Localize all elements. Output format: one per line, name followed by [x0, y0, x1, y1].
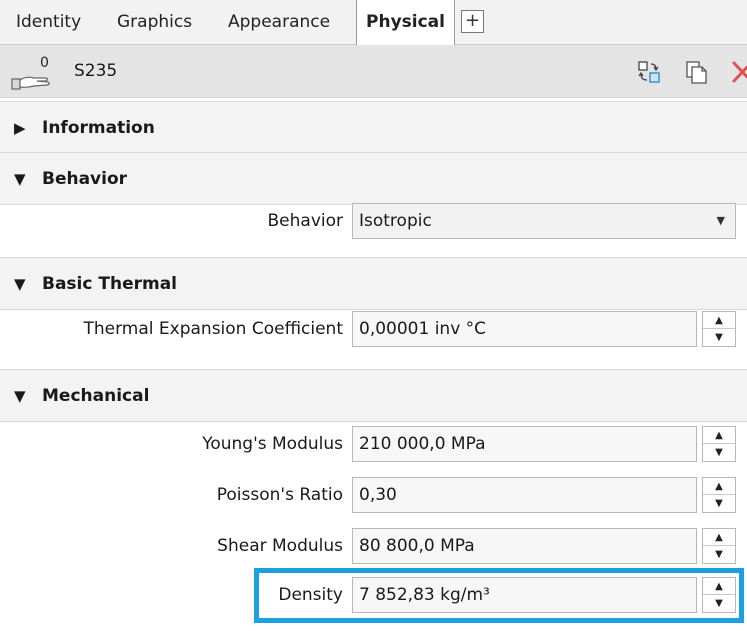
delete-icon[interactable]: [731, 59, 747, 85]
thermal-expansion-field[interactable]: 0,00001 inv °C: [352, 311, 697, 347]
thermal-expansion-label: Thermal Expansion Coefficient: [83, 319, 344, 339]
tab-physical[interactable]: Physical: [356, 0, 455, 46]
section-information[interactable]: ▶ Information: [0, 101, 747, 154]
add-tab-button[interactable]: +: [461, 10, 484, 33]
replace-icon[interactable]: [636, 59, 662, 85]
poissons-ratio-field[interactable]: 0,30: [352, 477, 697, 513]
spin-up-icon[interactable]: ▲: [703, 312, 735, 329]
section-basic-thermal[interactable]: ▼ Basic Thermal: [0, 257, 747, 310]
collapse-arrow-icon[interactable]: ▼: [14, 370, 26, 423]
spin-down-icon[interactable]: ▼: [703, 444, 735, 461]
hand-count: 0: [40, 55, 49, 71]
tab-bar: Identity Graphics Appearance Physical +: [0, 0, 747, 46]
section-mechanical[interactable]: ▼ Mechanical: [0, 369, 747, 422]
youngs-modulus-field[interactable]: 210 000,0 MPa: [352, 426, 697, 462]
section-title: Behavior: [42, 169, 128, 189]
section-title: Information: [42, 118, 155, 138]
tab-identity[interactable]: Identity: [16, 0, 81, 45]
spin-down-icon[interactable]: ▼: [703, 329, 735, 346]
youngs-modulus-stepper[interactable]: ▲ ▼: [702, 426, 736, 462]
shear-modulus-label: Shear Modulus: [217, 536, 343, 556]
behavior-dropdown[interactable]: Isotropic ▼: [352, 203, 736, 239]
collapse-arrow-icon[interactable]: ▼: [14, 153, 26, 206]
section-title: Mechanical: [42, 386, 150, 406]
chevron-down-icon[interactable]: ▼: [717, 204, 725, 238]
expand-arrow-icon[interactable]: ▶: [14, 102, 26, 155]
shear-modulus-stepper[interactable]: ▲ ▼: [702, 528, 736, 564]
poissons-ratio-stepper[interactable]: ▲ ▼: [702, 477, 736, 513]
copy-icon[interactable]: [684, 59, 710, 85]
poissons-ratio-label: Poisson's Ratio: [216, 485, 343, 505]
collapse-arrow-icon[interactable]: ▼: [14, 258, 26, 311]
behavior-label: Behavior: [267, 211, 344, 231]
material-name: S235: [74, 61, 118, 81]
spin-down-icon[interactable]: ▼: [703, 546, 735, 563]
spin-up-icon[interactable]: ▲: [703, 427, 735, 444]
hand-material-icon[interactable]: 0: [10, 53, 58, 91]
tab-graphics[interactable]: Graphics: [117, 0, 192, 45]
spin-up-icon[interactable]: ▲: [703, 478, 735, 495]
spin-down-icon[interactable]: ▼: [703, 495, 735, 512]
thermal-expansion-stepper[interactable]: ▲ ▼: [702, 311, 736, 347]
material-header: 0 S235: [0, 45, 747, 98]
density-highlight-box: [254, 568, 744, 623]
behavior-value: Isotropic: [359, 211, 432, 231]
spin-up-icon[interactable]: ▲: [703, 529, 735, 546]
tab-appearance[interactable]: Appearance: [228, 0, 330, 45]
youngs-modulus-label: Young's Modulus: [202, 434, 343, 454]
section-behavior[interactable]: ▼ Behavior: [0, 152, 747, 205]
shear-modulus-field[interactable]: 80 800,0 MPa: [352, 528, 697, 564]
section-title: Basic Thermal: [42, 274, 177, 294]
